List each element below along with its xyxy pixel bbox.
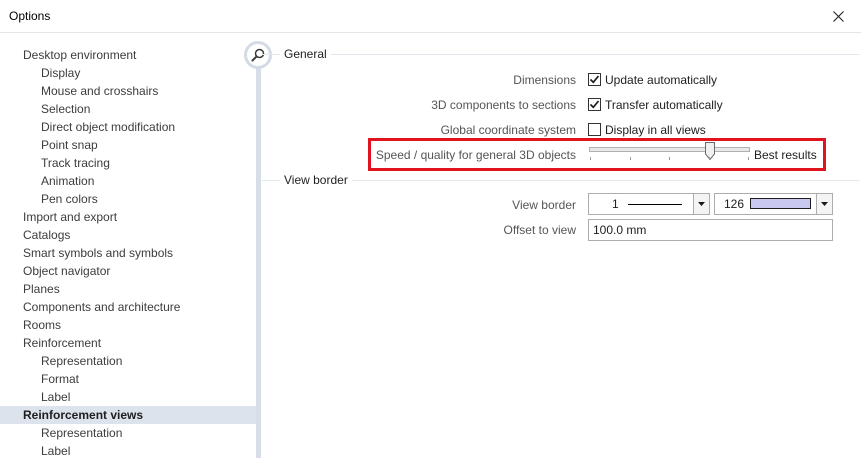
global-coord-label: Global coordinate system <box>440 123 576 137</box>
components-3d-checkbox-label[interactable]: Transfer automatically <box>605 97 723 113</box>
close-button[interactable] <box>815 0 861 32</box>
tree-item[interactable]: Format <box>0 370 256 388</box>
tree-item[interactable]: Representation <box>0 424 256 442</box>
dimensions-checkbox-label[interactable]: Update automatically <box>605 72 717 88</box>
slider-tick <box>709 157 710 160</box>
view-border-heading: View border <box>280 173 352 187</box>
slider-tick <box>669 157 670 160</box>
checkmark-icon <box>589 100 600 109</box>
tree-item[interactable]: Animation <box>0 172 256 190</box>
pane-divider[interactable] <box>256 44 261 458</box>
line-weight-dropdown-button[interactable] <box>693 194 709 214</box>
slider-tick <box>590 157 591 160</box>
slider-caption: Best results <box>754 148 817 162</box>
tree-item[interactable]: Point snap <box>0 136 256 154</box>
search-button[interactable] <box>244 41 272 69</box>
dimensions-checkbox[interactable] <box>588 73 601 86</box>
color-swatch <box>750 198 811 209</box>
tree-item[interactable]: Components and architecture <box>0 298 256 316</box>
tree-item[interactable]: Import and export <box>0 208 256 226</box>
dimensions-label: Dimensions <box>513 73 576 87</box>
offset-input[interactable]: 100.0 mm <box>588 219 833 241</box>
speed-quality-label: Speed / quality for general 3D objects <box>375 148 576 162</box>
tree-item[interactable]: Track tracing <box>0 154 256 172</box>
chevron-down-icon <box>821 202 828 206</box>
tree-item[interactable]: Object navigator <box>0 262 256 280</box>
chevron-down-icon <box>698 202 705 206</box>
tree-item[interactable]: Label <box>0 442 256 458</box>
slider-tick <box>748 157 749 160</box>
tree-item[interactable]: Reinforcement views <box>0 406 256 424</box>
tree-item[interactable]: Desktop environment <box>0 46 256 64</box>
checkmark-icon <box>589 75 600 84</box>
line-weight-dropdown[interactable]: 1 <box>588 193 710 215</box>
global-coord-checkbox-label[interactable]: Display in all views <box>605 122 706 138</box>
pen-color-value: 126 <box>724 197 745 211</box>
tree-item[interactable]: Rooms <box>0 316 256 334</box>
pen-color-dropdown-button[interactable] <box>816 194 832 214</box>
search-icon <box>251 48 265 62</box>
pen-color-dropdown[interactable]: 126 <box>714 193 833 215</box>
tree-item[interactable]: Smart symbols and symbols <box>0 244 256 262</box>
general-section-rule <box>262 54 860 55</box>
line-preview <box>628 204 682 205</box>
tree-item[interactable]: Pen colors <box>0 190 256 208</box>
speed-quality-slider-track[interactable] <box>589 147 750 152</box>
tree-item[interactable]: Direct object modification <box>0 118 256 136</box>
tree-item[interactable]: Planes <box>0 280 256 298</box>
tree-item[interactable]: Selection <box>0 100 256 118</box>
slider-tick <box>630 157 631 160</box>
general-heading: General <box>280 47 331 61</box>
tree-item[interactable]: Display <box>0 64 256 82</box>
view-border-label: View border <box>512 198 576 212</box>
options-tree: Desktop environment Display Mouse and cros… <box>0 44 256 458</box>
components-3d-label: 3D components to sections <box>431 98 576 112</box>
tree-item[interactable]: Representation <box>0 352 256 370</box>
window-title: Options <box>9 9 51 23</box>
tree-item[interactable]: Label <box>0 388 256 406</box>
close-icon <box>832 10 844 22</box>
line-weight-value: 1 <box>612 197 619 211</box>
components-3d-checkbox[interactable] <box>588 98 601 111</box>
title-bar: Options <box>0 0 861 32</box>
title-separator <box>0 32 861 33</box>
tree-item[interactable]: Mouse and crosshairs <box>0 82 256 100</box>
offset-label: Offset to view <box>503 223 576 237</box>
tree-item[interactable]: Catalogs <box>0 226 256 244</box>
global-coord-checkbox[interactable] <box>588 123 601 136</box>
tree-item[interactable]: Reinforcement <box>0 334 256 352</box>
